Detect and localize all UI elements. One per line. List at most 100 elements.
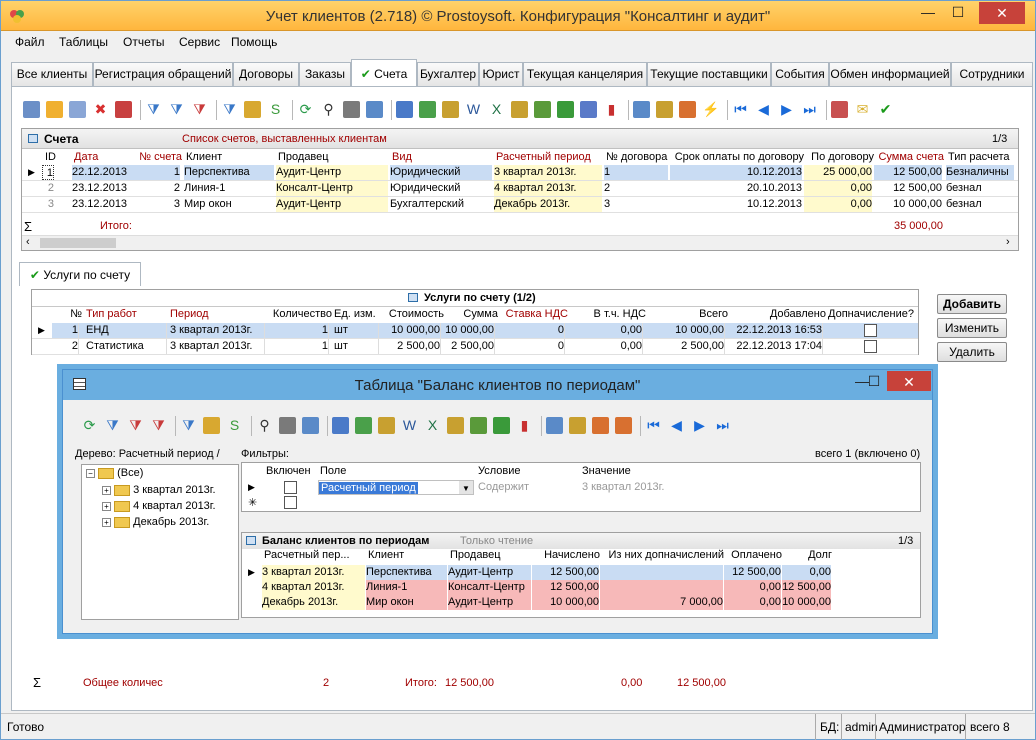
filter-set-icon[interactable]: ⧩ <box>180 417 197 434</box>
table-row[interactable]: Декабрь 2013г. Мир окон Аудит-Центр 10 000,… <box>242 595 920 610</box>
txt-icon[interactable] <box>557 101 574 118</box>
filter-remove-icon[interactable]: ⧩ <box>150 417 167 434</box>
h-scrollbar[interactable]: ‹ › <box>22 235 1018 250</box>
pdf-icon[interactable] <box>447 417 464 434</box>
new-record-icon[interactable] <box>23 101 40 118</box>
scroll-right-icon[interactable]: › <box>1006 236 1010 248</box>
table-icon[interactable] <box>592 417 609 434</box>
invoices-col-header[interactable]: По договору <box>804 151 874 163</box>
collapse-icon[interactable]: − <box>86 468 95 478</box>
services-col-header[interactable]: Добавлено <box>728 308 826 320</box>
sql-icon[interactable]: S <box>267 101 284 118</box>
print-icon[interactable] <box>279 417 296 434</box>
delete-icon[interactable]: ✖ <box>92 101 109 118</box>
services-col-header[interactable]: Сумма <box>444 308 498 320</box>
balance-col-header[interactable]: Оплачено <box>724 549 782 561</box>
surcharge-checkbox[interactable] <box>864 340 877 353</box>
table-row[interactable]: 2 Статистика 3 квартал 2013г. 1 шт 2 500,00 2 … <box>32 339 918 355</box>
last-record-icon[interactable]: ⏭ <box>801 101 818 118</box>
scroll-left-icon[interactable]: ‹ <box>26 236 30 248</box>
tab-suppliers[interactable]: Текущие поставщики <box>647 62 771 86</box>
filter-enabled-checkbox[interactable] <box>284 481 297 494</box>
expand-icon[interactable]: + <box>102 485 111 495</box>
services-col-header[interactable]: Период <box>170 308 268 320</box>
word-icon[interactable]: W <box>401 417 418 434</box>
filter-remove-icon[interactable]: ⧩ <box>191 101 208 118</box>
next-record-icon[interactable]: ▶ <box>691 417 708 434</box>
export2-icon[interactable] <box>419 101 436 118</box>
chevron-down-icon[interactable]: ▼ <box>459 481 473 494</box>
odt-icon[interactable] <box>534 101 551 118</box>
services-col-header[interactable]: В т.ч. НДС <box>568 308 646 320</box>
pdf-icon[interactable] <box>511 101 528 118</box>
invoice-icon[interactable] <box>831 101 848 118</box>
services-col-header[interactable]: Всего <box>646 308 728 320</box>
expand-icon[interactable]: + <box>102 501 111 511</box>
invoices-col-header[interactable]: Вид <box>392 151 496 163</box>
tree-item[interactable]: + 3 квартал 2013г. <box>102 484 216 496</box>
filter-set-icon[interactable]: ⧩ <box>221 101 238 118</box>
table-row[interactable]: 4 квартал 2013г. Линия-1 Консалт-Центр 12 5… <box>242 580 920 595</box>
tab-accountant[interactable]: Бухгалтер <box>417 62 479 86</box>
group-icon[interactable] <box>244 101 261 118</box>
delete-all-icon[interactable] <box>115 101 132 118</box>
tab-lawyer[interactable]: Юрист <box>479 62 523 86</box>
refresh-icon[interactable]: ⟳ <box>81 417 98 434</box>
balance-col-header[interactable]: Клиент <box>368 549 450 561</box>
table-row[interactable]: 2 23.12.2013 2 Линия-1 Консалт-Центр Юридичес… <box>22 181 1018 197</box>
table-row[interactable]: ▶ 3 квартал 2013г. Перспектива Аудит-Центр 1… <box>242 565 920 580</box>
balance-col-header[interactable]: Продавец <box>450 549 534 561</box>
calc-icon[interactable] <box>656 101 673 118</box>
services-col-header[interactable]: Количество <box>266 308 332 320</box>
tab-info-exchange[interactable]: Обмен информацией <box>829 62 951 86</box>
services-col-header[interactable]: Ед. изм. <box>334 308 382 320</box>
services-col-header[interactable]: Ставка НДС <box>498 308 568 320</box>
first-record-icon[interactable]: ⏮ <box>645 417 662 434</box>
first-record-icon[interactable]: ⏮ <box>732 101 749 118</box>
tree-item[interactable]: + Декабрь 2013г. <box>102 516 209 528</box>
table2-icon[interactable] <box>615 417 632 434</box>
filter-icon[interactable]: ⧩ <box>145 101 162 118</box>
tree-item[interactable]: + 4 квартал 2013г. <box>102 500 216 512</box>
import-icon[interactable] <box>546 417 563 434</box>
tab-invoices[interactable]: ✔ Счета <box>351 59 417 87</box>
tab-services[interactable]: ✔ Услуги по счету <box>19 262 141 286</box>
table-row[interactable]: ▶ 1 22.12.2013 1 Перспектива Аудит-Центр Юриди… <box>22 165 1018 181</box>
preview-icon[interactable] <box>302 417 319 434</box>
filter-clear-icon[interactable]: ⧩ <box>168 101 185 118</box>
export3-icon[interactable] <box>442 101 459 118</box>
invoices-col-header[interactable]: Продавец <box>278 151 392 163</box>
surcharge-checkbox[interactable] <box>864 324 877 337</box>
table-icon[interactable] <box>679 101 696 118</box>
balance-col-header[interactable]: Начислено <box>532 549 600 561</box>
chart-icon[interactable]: ▮ <box>603 101 620 118</box>
invoices-col-header[interactable]: Тип расчета <box>948 151 1018 163</box>
invoices-col-header[interactable]: Сумма счета <box>874 151 944 163</box>
invoices-col-header[interactable]: Клиент <box>186 151 278 163</box>
word-icon[interactable]: W <box>465 101 482 118</box>
export2-icon[interactable] <box>355 417 372 434</box>
invoices-col-header[interactable]: № договора <box>606 151 672 163</box>
filter-field-select[interactable]: Расчетный период ▼ <box>318 480 474 495</box>
tree-root[interactable]: − (Все) <box>86 467 143 479</box>
edit-button[interactable]: Изменить <box>937 318 1007 338</box>
export3-icon[interactable] <box>378 417 395 434</box>
lightning-icon[interactable]: ⚡ <box>702 101 719 118</box>
menu-tables[interactable]: Таблицы <box>59 35 108 49</box>
balance-col-header[interactable]: Из них допначислений <box>600 549 725 561</box>
group-icon[interactable] <box>203 417 220 434</box>
services-col-header[interactable]: Тип работ <box>86 308 170 320</box>
txt-icon[interactable] <box>493 417 510 434</box>
find-icon[interactable]: ⚲ <box>320 101 337 118</box>
table-row[interactable]: ▶ 1 ЕНД 3 квартал 2013г. 1 шт 10 000,00 10 000,… <box>32 323 918 339</box>
ok-icon[interactable]: ✔ <box>877 101 894 118</box>
tab-orders[interactable]: Заказы <box>299 62 351 86</box>
excel-icon[interactable]: X <box>488 101 505 118</box>
new-filter-checkbox[interactable] <box>284 496 297 509</box>
mail-icon[interactable]: ✉ <box>854 101 871 118</box>
export-icon[interactable] <box>396 101 413 118</box>
invoices-col-header[interactable]: Дата <box>74 151 138 163</box>
services-col-header[interactable]: Допначисление? <box>828 308 918 320</box>
services-col-header[interactable]: Стоимость <box>380 308 444 320</box>
maximize-button[interactable]: ☐ <box>943 1 973 23</box>
